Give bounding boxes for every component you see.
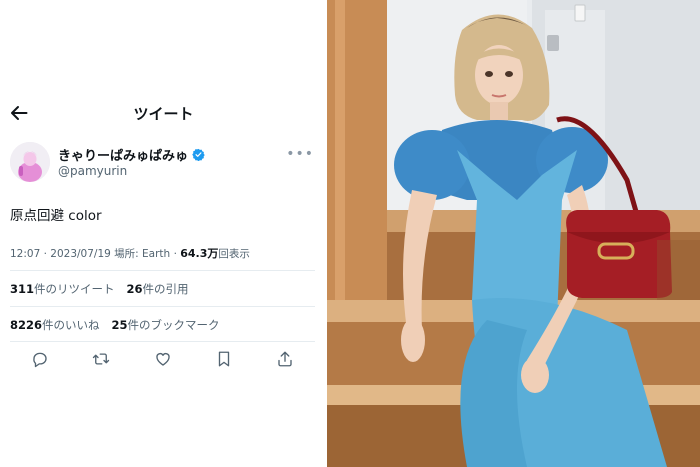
reply-icon[interactable]: [30, 349, 50, 369]
quotes-stat[interactable]: 26件の引用: [127, 282, 189, 296]
tweet-date[interactable]: 2023/07/19: [50, 248, 111, 260]
header-title: ツイート: [133, 105, 194, 123]
action-bar: [10, 349, 315, 371]
tweet-location: 場所: Earth: [114, 248, 171, 260]
views-count: 64.3万: [180, 247, 219, 260]
user-handle[interactable]: @pamyurin: [58, 164, 127, 178]
like-bookmark-stats: 8226件のいいね 25件のブックマーク: [10, 317, 220, 333]
display-name[interactable]: きゃりーぱみゅぱみゅ: [58, 145, 205, 164]
avatar[interactable]: [10, 142, 50, 182]
likes-stat[interactable]: 8226件のいいね: [10, 318, 100, 332]
tweet-header: ツイート: [0, 100, 327, 128]
display-name-text: きゃりーぱみゅぱみゅ: [58, 149, 189, 164]
bookmark-icon[interactable]: [214, 349, 234, 369]
divider: [10, 270, 315, 271]
author-row: きゃりーぱみゅぱみゅ @pamyurin •••: [10, 142, 320, 184]
like-icon[interactable]: [153, 349, 173, 369]
tweet-text: 原点回避 color: [10, 208, 102, 224]
attached-photo[interactable]: [327, 0, 700, 467]
divider: [10, 341, 315, 342]
retweets-stat[interactable]: 311件のリツイート: [10, 282, 115, 296]
verified-badge-icon: [192, 148, 205, 161]
tweet-panel: ツイート きゃりーぱみゅぱみゅ @pamyurin ••• 原点回避 color…: [0, 0, 327, 467]
more-options-icon[interactable]: •••: [286, 146, 314, 162]
share-icon[interactable]: [275, 349, 295, 369]
retweet-icon[interactable]: [91, 349, 111, 369]
tweet-meta: 12:07 · 2023/07/19 場所: Earth · 64.3万回表示: [10, 245, 250, 261]
bookmarks-stat[interactable]: 25件のブックマーク: [112, 318, 220, 332]
retweet-quote-stats: 311件のリツイート 26件の引用: [10, 281, 189, 297]
tweet-time[interactable]: 12:07: [10, 248, 40, 260]
divider: [10, 306, 315, 307]
views-label: 回表示: [218, 248, 250, 260]
